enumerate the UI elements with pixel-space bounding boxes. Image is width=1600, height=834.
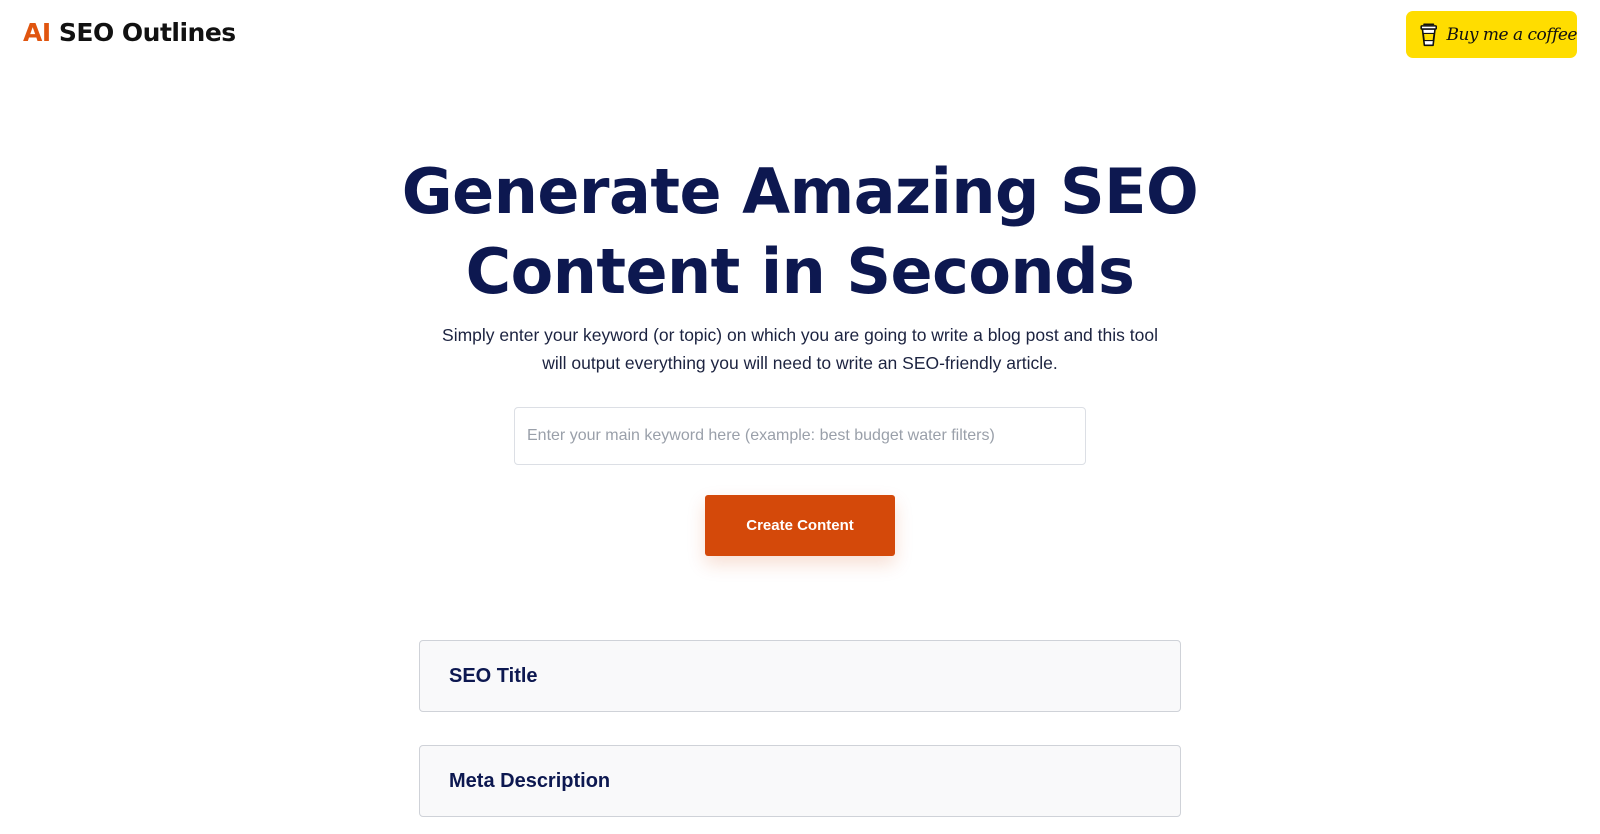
create-content-button[interactable]: Create Content <box>705 495 895 556</box>
logo-accent: AI <box>23 18 51 47</box>
site-logo[interactable]: AI SEO Outlines <box>23 18 236 47</box>
meta-description-card[interactable]: Meta Description <box>419 745 1181 817</box>
hero-title-line-1: Generate Amazing SEO <box>401 155 1199 228</box>
logo-text: SEO Outlines <box>58 18 236 47</box>
page: AI SEO Outlines Buy me a coffee Generate… <box>0 0 1600 834</box>
hero-subtitle-line-1: Simply enter your keyword (or topic) on … <box>442 325 1158 345</box>
meta-description-heading: Meta Description <box>449 769 611 792</box>
seo-title-card[interactable]: SEO Title <box>419 640 1181 712</box>
hero-title: Generate Amazing SEO Content in Seconds <box>0 152 1600 312</box>
keyword-input[interactable] <box>514 407 1086 465</box>
seo-title-heading: SEO Title <box>449 664 538 687</box>
hero-subtitle: Simply enter your keyword (or topic) on … <box>0 321 1600 377</box>
hero-title-line-2: Content in Seconds <box>465 235 1135 308</box>
coffee-button-label: Buy me a coffee <box>1446 24 1577 45</box>
coffee-cup-icon <box>1420 22 1438 46</box>
hero-subtitle-line-2: will output everything you will need to … <box>542 353 1058 373</box>
buy-me-a-coffee-button[interactable]: Buy me a coffee <box>1406 11 1577 58</box>
